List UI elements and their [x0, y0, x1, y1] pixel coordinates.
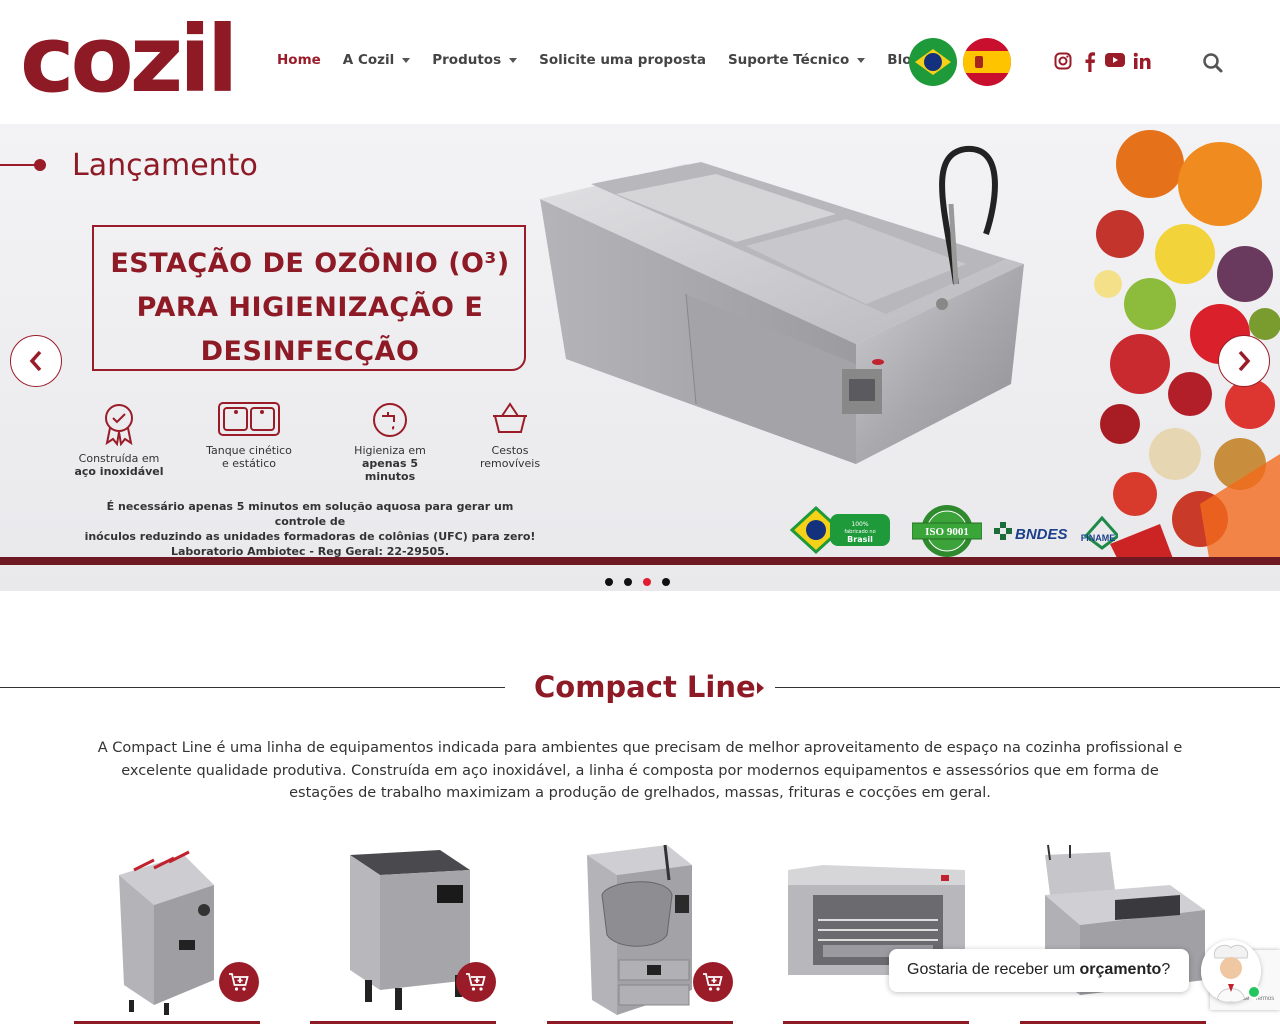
feature-text: Construída em	[78, 452, 160, 465]
hero-note-line: inóculos reduzindo as unidades formadora…	[84, 530, 536, 543]
cozil-logo[interactable]: cozil	[20, 14, 238, 106]
chat-text-suffix: ?	[1161, 961, 1171, 978]
spain-flag-icon[interactable]	[963, 38, 1011, 86]
main-nav: Home A Cozil Produtos Solicite uma propo…	[277, 52, 943, 68]
facebook-icon[interactable]	[1080, 52, 1100, 72]
chevron-down-icon	[402, 57, 411, 63]
feature-text: Tanque cinético	[206, 444, 292, 457]
svg-text:FINAME: FINAME	[1081, 533, 1116, 543]
hero-note: É necessário apenas 5 minutos em solução…	[80, 499, 540, 559]
cart-plus-icon	[229, 973, 249, 991]
slider-pagination	[605, 578, 670, 586]
basket-icon	[493, 402, 527, 433]
add-to-cart-button[interactable]	[219, 962, 259, 1002]
nav-produtos[interactable]: Produtos	[432, 52, 518, 68]
nav-home[interactable]: Home	[277, 52, 321, 68]
product-card-countertop-fryer[interactable]	[1020, 840, 1210, 1024]
medal-icon	[105, 404, 133, 446]
svg-text:BNDES: BNDES	[1015, 526, 1068, 543]
hero-slider: Lançamento ESTAÇÃO DE OZÔNIO (O³) PARA H…	[0, 124, 1280, 591]
hero-title-line: DESINFECÇÃO	[200, 336, 420, 367]
cart-plus-icon	[703, 973, 723, 991]
youtube-icon[interactable]	[1105, 52, 1125, 72]
search-icon[interactable]	[1202, 52, 1224, 74]
feature-text-bold: aço inoxidável	[74, 465, 164, 478]
brazil-flag-icon[interactable]	[909, 38, 957, 86]
quote-chat-bubble[interactable]: Gostaria de receber um orçamento?	[889, 949, 1189, 992]
chat-text: Gostaria de receber um	[907, 961, 1080, 978]
hero-title-line: ESTAÇÃO DE OZÔNIO (O³)	[110, 248, 510, 279]
countertop-fryer-image	[1045, 844, 1205, 995]
svg-text:100%: 100%	[851, 521, 868, 528]
feature-text: e estático	[222, 457, 276, 470]
hero-title-line: PARA HIGIENIZAÇÃO E	[136, 292, 484, 323]
hero-tag-dot	[34, 159, 46, 171]
nav-solicite-label: Solicite uma proposta	[539, 52, 706, 68]
slider-dot-2[interactable]	[624, 578, 632, 586]
section-description: A Compact Line é uma linha de equipament…	[97, 740, 1183, 801]
hero-note-line: É necessário apenas 5 minutos em solução…	[106, 500, 514, 528]
chat-text-bold: orçamento	[1079, 961, 1162, 978]
caret-right-icon	[757, 682, 764, 694]
feature-text-bold: apenas 5 minutos	[361, 457, 419, 483]
section-divider-left	[0, 687, 505, 688]
slider-dot-3[interactable]	[643, 578, 651, 586]
product-card-fryer[interactable]	[74, 840, 264, 1024]
feature-text: Higieniza em	[354, 444, 426, 457]
section-divider-right	[775, 687, 1280, 688]
add-to-cart-button[interactable]	[693, 962, 733, 1002]
slider-dot-1[interactable]	[605, 578, 613, 586]
product-card-cabinet[interactable]	[310, 840, 500, 1024]
chevron-down-icon	[509, 57, 518, 63]
chevron-left-icon	[29, 350, 42, 372]
instagram-icon[interactable]	[1053, 52, 1073, 72]
site-header: cozil Home A Cozil Produtos Solicite uma…	[0, 0, 1280, 124]
linkedin-icon[interactable]	[1132, 52, 1152, 72]
bndes-finame-seal: BNDES FINAME	[994, 515, 1118, 550]
grill-image	[788, 865, 965, 975]
iso-9001-seal: ISO 9001	[912, 505, 982, 557]
svg-text:Brasil: Brasil	[847, 535, 873, 544]
section-title[interactable]: Compact Line	[534, 670, 756, 704]
chevron-right-icon	[1238, 350, 1251, 372]
slider-dot-4[interactable]	[662, 578, 670, 586]
feature-stainless: Construída em aço inoxidável	[64, 402, 174, 478]
slider-next-button[interactable]	[1218, 335, 1270, 387]
feature-tank: Tanque cinético e estático	[194, 402, 304, 470]
nav-suporte-tecnico[interactable]: Suporte Técnico	[727, 52, 866, 68]
hero-bottom-bar	[0, 557, 1280, 565]
nav-home-label: Home	[277, 52, 321, 68]
hero-tag: Lançamento	[72, 148, 258, 183]
chevron-down-icon	[857, 57, 866, 63]
nav-produtos-label: Produtos	[432, 52, 502, 68]
cart-plus-icon	[466, 973, 486, 991]
nav-suporte-label: Suporte Técnico	[727, 52, 850, 68]
product-card-tilting-pan[interactable]	[547, 840, 737, 1024]
online-status-dot	[1247, 985, 1261, 999]
product-card-grill[interactable]	[783, 840, 973, 1024]
feature-hygiene: Higieniza em apenas 5 minutos	[335, 402, 445, 483]
nav-a-cozil[interactable]: A Cozil	[342, 52, 411, 68]
hero-title: ESTAÇÃO DE OZÔNIO (O³) PARA HIGIENIZAÇÃO…	[96, 242, 524, 374]
faucet-icon	[373, 403, 407, 437]
nav-a-cozil-label: A Cozil	[342, 52, 395, 68]
sink-icon	[218, 402, 280, 436]
slider-prev-button[interactable]	[10, 335, 62, 387]
add-to-cart-button[interactable]	[456, 962, 496, 1002]
ozone-station-image	[540, 145, 1024, 464]
nav-solicite-proposta[interactable]: Solicite uma proposta	[539, 52, 706, 68]
svg-text:ISO 9001: ISO 9001	[925, 526, 969, 538]
made-in-brasil-seal: 100% fabricado no Brasil	[790, 505, 890, 555]
